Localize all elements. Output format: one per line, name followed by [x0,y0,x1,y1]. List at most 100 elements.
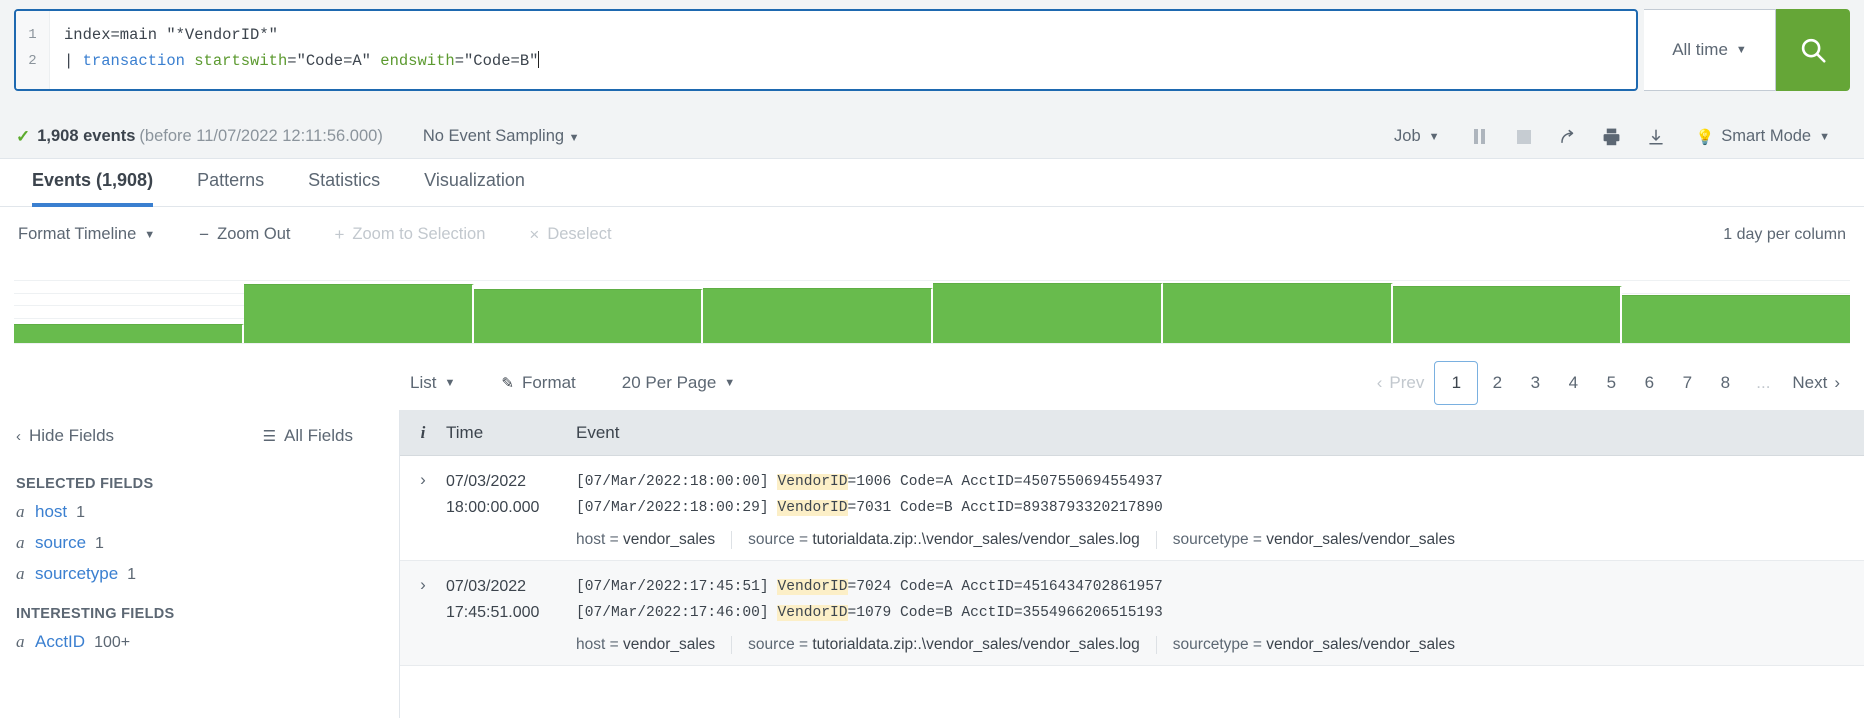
expand-row-icon[interactable]: › [400,456,446,560]
pagination-page-5[interactable]: 5 [1592,361,1630,405]
stop-button[interactable] [1502,130,1546,144]
job-menu-button[interactable]: Job ▼ [1376,127,1458,146]
field-item-sourcetype[interactable]: a sourcetype 1 [16,564,383,584]
print-button[interactable] [1590,127,1634,146]
timeline-bar[interactable] [1622,295,1850,344]
export-button[interactable] [1634,128,1678,146]
pagination-page-1[interactable]: 1 [1434,361,1478,405]
per-page-dropdown[interactable]: 20 Per Page ▼ [622,373,735,393]
event-date: 07/03/2022 [446,469,576,495]
pagination-page-7[interactable]: 7 [1668,361,1706,405]
query-val-startswith: ="Code=A" [287,52,380,70]
results-toolbar: List ▼ ✎ Format 20 Per Page ▼ ‹Prev 1 2 … [0,355,1864,410]
pagination-page-4[interactable]: 4 [1554,361,1592,405]
events-table: i Time Event › 07/03/2022 18:00:00.000 [… [400,410,1864,718]
timeline-bar[interactable] [474,289,704,343]
field-type-icon: a [16,632,35,652]
pagination-page-2[interactable]: 2 [1478,361,1516,405]
table-row[interactable]: › 07/03/2022 17:45:51.000 [07/Mar/2022:1… [400,561,1864,666]
time-range-picker[interactable]: All time ▼ [1644,9,1776,91]
timeline-bar[interactable] [1393,286,1623,343]
line-number-2: 2 [16,48,49,74]
share-arrow-icon [1559,128,1577,146]
check-icon: ✓ [16,127,30,147]
chevron-down-icon: ▼ [444,377,455,389]
field-name[interactable]: sourcetype [35,564,118,584]
field-type-icon: a [16,564,35,584]
expand-row-icon[interactable]: › [400,561,446,665]
events-timeline-chart[interactable] [0,262,1864,348]
events-table-header: i Time Event [400,410,1864,456]
chevron-down-icon: ▼ [144,229,155,241]
field-name[interactable]: AcctID [35,632,85,652]
search-submit-button[interactable] [1776,9,1850,91]
event-count-timestamp: (before 11/07/2022 12:11:56.000) [139,127,382,146]
timeline-bar[interactable] [933,283,1163,343]
interesting-fields-title: INTERESTING FIELDS [16,606,383,622]
event-sampling-label: No Event Sampling [423,127,564,145]
format-results-button[interactable]: ✎ Format [501,373,575,393]
timeline-bars[interactable] [14,280,1850,343]
timeline-bar[interactable] [14,324,244,343]
format-timeline-button[interactable]: Format Timeline ▼ [18,225,155,244]
query-pipe: | [64,52,83,70]
metadata-host[interactable]: host = vendor_sales [576,636,732,654]
tab-patterns[interactable]: Patterns [175,159,286,207]
metadata-sourcetype[interactable]: sourcetype = vendor_sales/vendor_sales [1173,636,1471,654]
pagination-page-3[interactable]: 3 [1516,361,1554,405]
timeline-bar[interactable] [703,288,933,343]
job-status-bar: ✓ 1,908 events (before 11/07/2022 12:11:… [0,115,1864,159]
pagination-page-8[interactable]: 8 [1706,361,1744,405]
search-query-editor[interactable]: 1 2 index=main "*VendorID*" | transactio… [14,9,1638,91]
close-icon: × [529,225,539,245]
all-fields-button[interactable]: ☰ All Fields [263,426,383,446]
search-mode-dropdown[interactable]: 💡 Smart Mode ▼ [1678,127,1848,146]
tab-visualization-label: Visualization [424,170,525,190]
field-item-host[interactable]: a host 1 [16,502,383,522]
job-tools: Job ▼ [1376,127,1848,146]
field-item-source[interactable]: a source 1 [16,533,383,553]
field-count: 1 [76,504,85,522]
deselect-button: × Deselect [529,225,611,245]
fields-sidebar: ‹ Hide Fields ☰ All Fields SELECTED FIEL… [0,410,400,718]
view-mode-label: List [410,373,436,393]
hide-fields-button[interactable]: ‹ Hide Fields [16,426,114,446]
event-raw-line: [07/Mar/2022:17:45:51] VendorID=7024 Cod… [576,574,1864,600]
metadata-source[interactable]: source = tutorialdata.zip:.\vendor_sales… [748,636,1157,654]
zoom-out-button[interactable]: − Zoom Out [199,225,290,245]
event-body: [07/Mar/2022:18:00:00] VendorID=1006 Cod… [576,456,1864,560]
event-metadata: host = vendor_sales source = tutorialdat… [576,636,1864,654]
metadata-host[interactable]: host = vendor_sales [576,531,732,549]
field-name[interactable]: source [35,533,86,553]
pagination: ‹Prev 1 2 3 4 5 6 7 8 ... Next› [1367,361,1864,405]
metadata-source[interactable]: source = tutorialdata.zip:.\vendor_sales… [748,531,1157,549]
zoom-out-label: Zoom Out [217,225,290,244]
table-row[interactable]: › 07/03/2022 18:00:00.000 [07/Mar/2022:1… [400,456,1864,561]
zoom-to-selection-label: Zoom to Selection [352,225,485,244]
pause-button[interactable] [1458,129,1502,144]
view-mode-dropdown[interactable]: List ▼ [410,373,455,393]
query-command: transaction [83,52,185,70]
field-name[interactable]: host [35,502,67,522]
text-cursor [538,51,539,68]
event-date: 07/03/2022 [446,574,576,600]
event-time: 07/03/2022 17:45:51.000 [446,561,576,665]
field-count: 1 [127,566,136,584]
timeline-bar[interactable] [244,284,474,343]
event-sampling-dropdown[interactable]: No Event Sampling ▼ [423,127,580,146]
tab-events[interactable]: Events (1,908) [10,159,175,207]
share-button[interactable] [1546,128,1590,146]
search-query-text[interactable]: index=main "*VendorID*" | transaction st… [50,11,1636,89]
fields-sidebar-header: ‹ Hide Fields ☰ All Fields [16,410,383,462]
highlight-term: VendorID [777,579,847,595]
field-item-acctid[interactable]: a AcctID 100+ [16,632,383,652]
search-mode-label: Smart Mode [1721,127,1811,146]
timeline-bar[interactable] [1163,283,1393,343]
all-fields-label: All Fields [284,426,353,446]
pagination-next[interactable]: Next› [1782,361,1850,405]
metadata-sourcetype[interactable]: sourcetype = vendor_sales/vendor_sales [1173,531,1471,549]
tab-statistics[interactable]: Statistics [286,159,402,207]
tab-visualization[interactable]: Visualization [402,159,547,207]
timeline-plot[interactable] [14,280,1850,343]
pagination-page-6[interactable]: 6 [1630,361,1668,405]
